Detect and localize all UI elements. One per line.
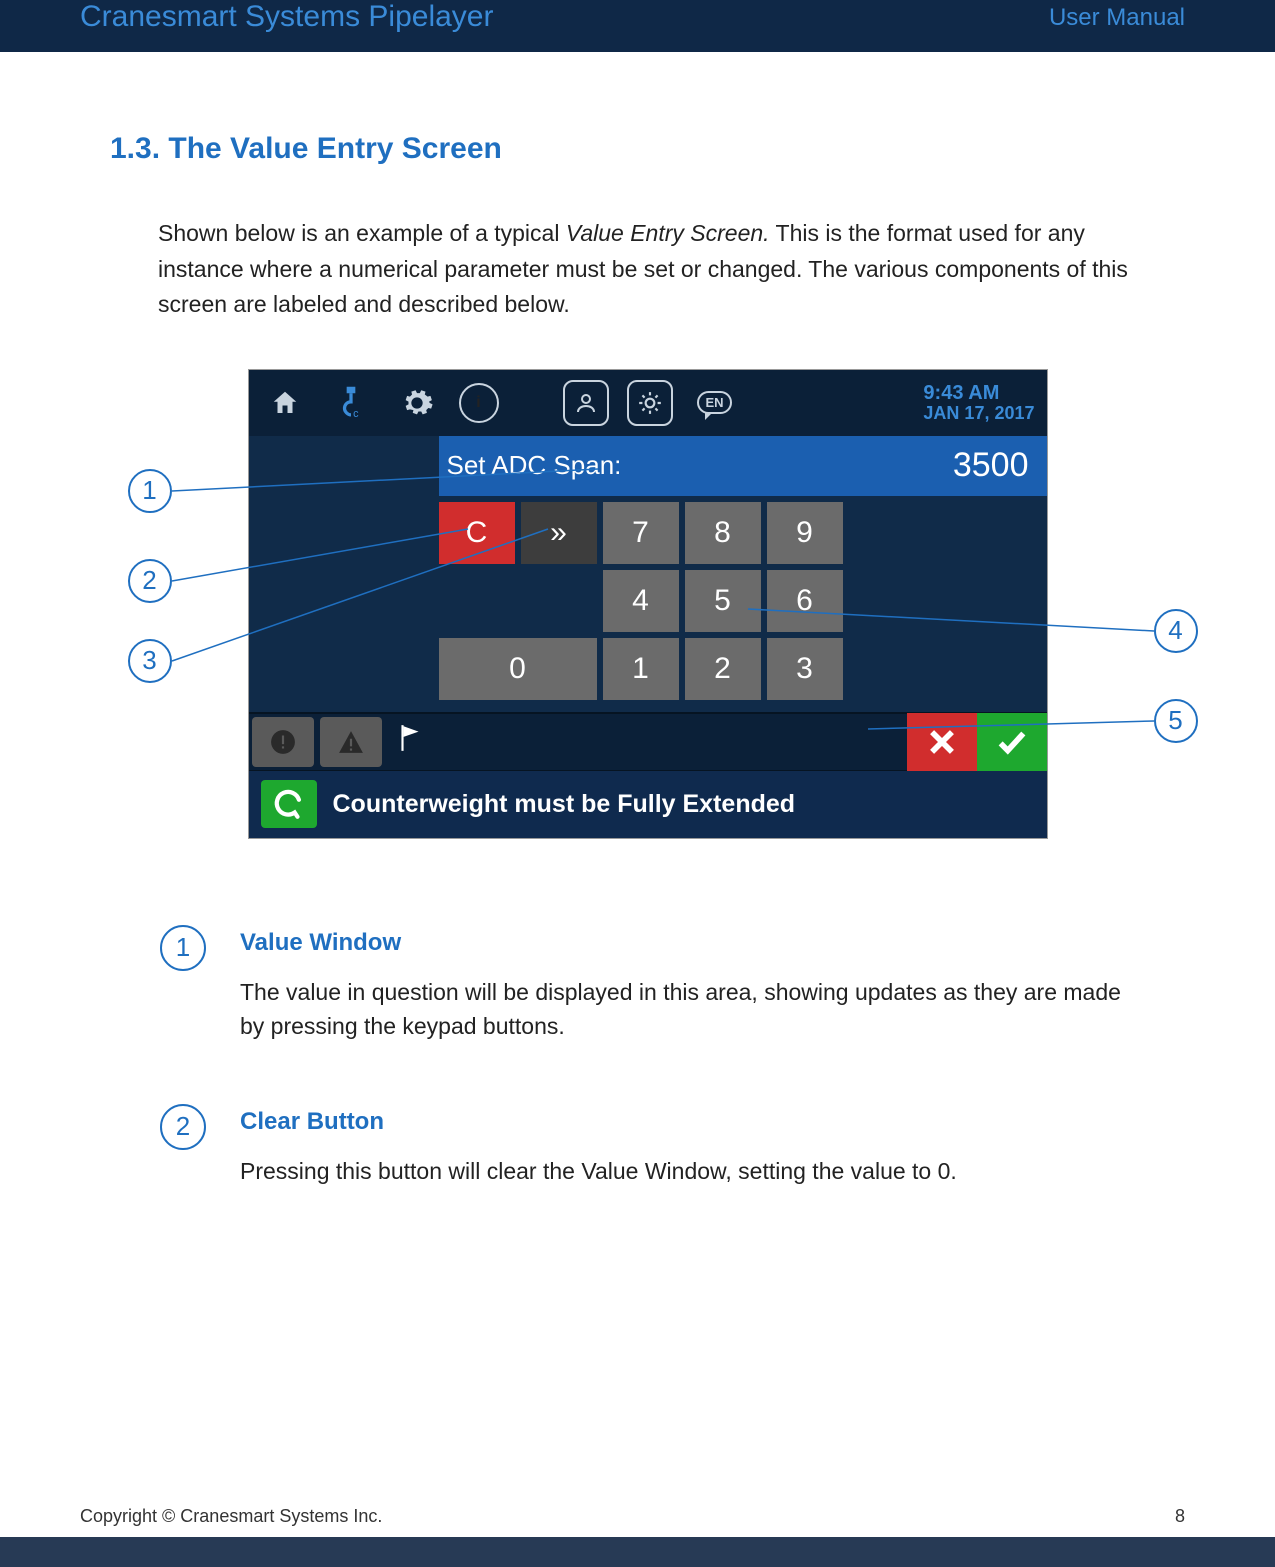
document-header: Cranesmart Systems Pipelayer User Manual [0,0,1275,52]
flag-icon[interactable] [385,723,435,760]
desc-title: Value Window [240,929,1145,957]
top-toolbar: c i EN 9:43 AM JAN 17, 2017 [249,370,1047,436]
warning-icon[interactable] [320,717,382,767]
bottom-bar [0,1537,1275,1567]
key-1[interactable]: 1 [603,638,679,700]
hook-icon[interactable]: c [327,379,375,427]
callout-4: 4 [1154,609,1198,653]
callout-1: 1 [128,469,172,513]
key-9[interactable]: 9 [767,502,843,564]
confirm-button[interactable] [977,713,1047,771]
alert-icon[interactable] [252,717,314,767]
clear-button[interactable]: C [439,502,515,564]
callout-3: 3 [128,639,172,683]
callout-5: 5 [1154,699,1198,743]
message-bar: Counterweight must be Fully Extended [249,770,1047,838]
page-footer: Copyright © Cranesmart Systems Inc. 8 [0,1506,1275,1527]
page-number: 8 [1175,1506,1185,1527]
key-4[interactable]: 4 [603,570,679,632]
key-7[interactable]: 7 [603,502,679,564]
doc-title: Cranesmart Systems Pipelayer [80,0,493,34]
language-icon[interactable]: EN [691,379,739,427]
keypad: C » 7 8 9 4 5 6 0 [439,496,1047,712]
intro-paragraph: Shown below is an example of a typical V… [158,216,1165,323]
desc-title: Clear Button [240,1108,957,1136]
desc-body: The value in question will be displayed … [240,975,1145,1044]
callout-2: 2 [128,559,172,603]
value-display: 3500 [953,446,1029,485]
section-heading: 1.3. The Value Entry Screen [110,132,1185,166]
value-window: Set ADC Span: 3500 [439,436,1047,496]
home-icon[interactable] [261,379,309,427]
brightness-icon[interactable] [627,380,673,426]
svg-text:c: c [353,408,359,420]
status-bar [249,712,1047,770]
desc-body: Pressing this button will clear the Valu… [240,1154,957,1189]
info-icon[interactable]: i [459,383,499,423]
message-text: Counterweight must be Fully Extended [333,790,796,819]
message-icon [261,780,317,828]
copyright: Copyright © Cranesmart Systems Inc. [80,1506,382,1527]
user-icon[interactable] [563,380,609,426]
clock: 9:43 AM JAN 17, 2017 [923,382,1034,424]
desc-num-2: 2 [160,1104,206,1150]
key-6[interactable]: 6 [767,570,843,632]
value-label: Set ADC Span: [447,450,953,481]
key-3[interactable]: 3 [767,638,843,700]
desc-num-1: 1 [160,925,206,971]
backspace-button[interactable]: » [521,502,597,564]
cancel-button[interactable] [907,713,977,771]
description-item: 2 Clear Button Pressing this button will… [160,1108,1145,1189]
key-5[interactable]: 5 [685,570,761,632]
device-screen: c i EN 9:43 AM JAN 17, 2017 [248,369,1048,839]
key-0[interactable]: 0 [439,638,597,700]
description-item: 1 Value Window The value in question wil… [160,929,1145,1044]
doc-subtitle: User Manual [1049,0,1185,32]
key-2[interactable]: 2 [685,638,761,700]
gear-icon[interactable] [393,379,441,427]
screenshot-figure: 1 2 3 4 5 c i EN [248,369,1048,839]
key-8[interactable]: 8 [685,502,761,564]
